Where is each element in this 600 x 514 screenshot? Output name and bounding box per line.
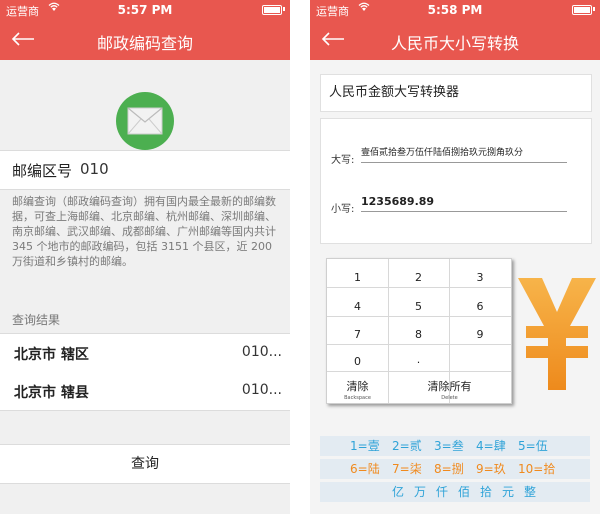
digit-map-item: 1=壹 [350,439,380,453]
keypad-divider [327,344,511,345]
unit-row: 亿 万 仟 佰 拾 元 整 [320,482,590,502]
digit-map-row-2: 6=陆 7=柒 8=捌 9=玖 10=拾 [320,459,590,479]
zip-label: 邮编区号 [12,162,73,180]
status-time: 5:58 PM [427,3,483,17]
result-city: 北京市 辖区 [14,347,89,363]
zip-code-screen: 运营商 5:57 PM 邮政编码查询 邮编区号 010 邮编查询（邮政编码查询）… [0,0,290,514]
zip-input[interactable]: 010 [80,160,109,178]
results-header: 查询结果 [12,313,61,327]
status-bar: 运营商 5:58 PM [310,0,600,20]
keypad-divider [327,287,511,288]
unit-item: 元 [502,485,515,499]
key-8[interactable]: 8 [388,323,449,342]
clear-button[interactable]: 清除 Backspace [327,375,388,401]
battery-icon [572,5,592,15]
nav-bar: 人民币大小写转换 [310,20,600,60]
lower-value-field[interactable]: 1235689.89 [361,195,567,212]
rmb-converter-screen: 运营商 5:58 PM 人民币大小写转换 人民币金额大写转换器 大写: 壹佰贰拾… [310,0,600,514]
digit-map-item: 4=肆 [476,439,506,453]
yuan-symbol-icon [516,274,598,398]
unit-item: 拾 [480,485,493,499]
clear-all-button[interactable]: 清除所有 Delete [388,375,511,401]
battery-tip [593,7,595,11]
battery-icon [262,5,282,15]
digit-map-item: 2=贰 [392,439,422,453]
digit-map-item: 6=陆 [350,462,380,476]
key-7[interactable]: 7 [327,323,388,342]
status-bar: 运营商 5:57 PM [0,0,290,20]
key-6[interactable]: 6 [449,295,511,314]
keypad: 1 2 3 4 5 6 7 8 9 0 . 清除 Backspace 清除所有 … [326,258,512,404]
battery-tip [283,7,285,11]
digit-map-item: 8=捌 [434,462,464,476]
key-5[interactable]: 5 [388,295,449,314]
unit-item: 仟 [436,485,449,499]
digit-map-item: 3=叁 [434,439,464,453]
digit-map-item: 9=玖 [476,462,506,476]
description-text: 邮编查询（邮政编码查询）拥有国内最全最新的邮编数据，可查上海邮编、北京邮编、杭州… [12,195,276,268]
result-code: 010... [241,382,282,398]
result-row[interactable]: 北京市 辖县 010... [0,372,290,411]
unit-item: 万 [414,485,427,499]
key-9[interactable]: 9 [449,323,511,342]
nav-bar: 邮政编码查询 [0,20,290,60]
query-button[interactable]: 查询 [0,444,290,484]
converter-panel: 大写: 壹佰贰拾叁万伍仟陆佰捌拾玖元捌角玖分 小写: 1235689.89 [320,118,592,244]
result-row[interactable]: 北京市 辖区 010... [0,333,290,373]
key-dot[interactable]: . [388,348,449,367]
zip-input-row[interactable]: 邮编区号 010 [0,150,290,190]
keypad-divider [327,371,511,372]
digit-map-item: 5=伍 [518,439,548,453]
key-3[interactable]: 3 [449,266,511,285]
upper-label: 大写: [331,155,355,166]
unit-item: 亿 [392,485,405,499]
page-title: 邮政编码查询 [96,34,193,53]
upper-value-field: 壹佰贰拾叁万伍仟陆佰捌拾玖元捌角玖分 [361,145,567,163]
key-1[interactable]: 1 [327,266,388,285]
keypad-divider [327,316,511,317]
status-time: 5:57 PM [117,3,173,17]
digit-map-row-1: 1=壹 2=贰 3=叁 4=肆 5=伍 [320,436,590,456]
digit-map-item: 7=柒 [392,462,422,476]
key-2[interactable]: 2 [388,266,449,285]
key-0[interactable]: 0 [327,350,388,369]
key-4[interactable]: 4 [327,295,388,314]
converter-title: 人民币金额大写转换器 [320,74,592,112]
envelope-icon [116,92,174,150]
unit-item: 佰 [458,485,471,499]
lower-label: 小写: [331,204,355,215]
unit-item: 整 [524,485,537,499]
digit-map-item: 10=拾 [518,462,556,476]
page-title: 人民币大小写转换 [390,34,519,53]
result-code: 010... [241,344,282,360]
result-city: 北京市 辖县 [14,385,89,401]
